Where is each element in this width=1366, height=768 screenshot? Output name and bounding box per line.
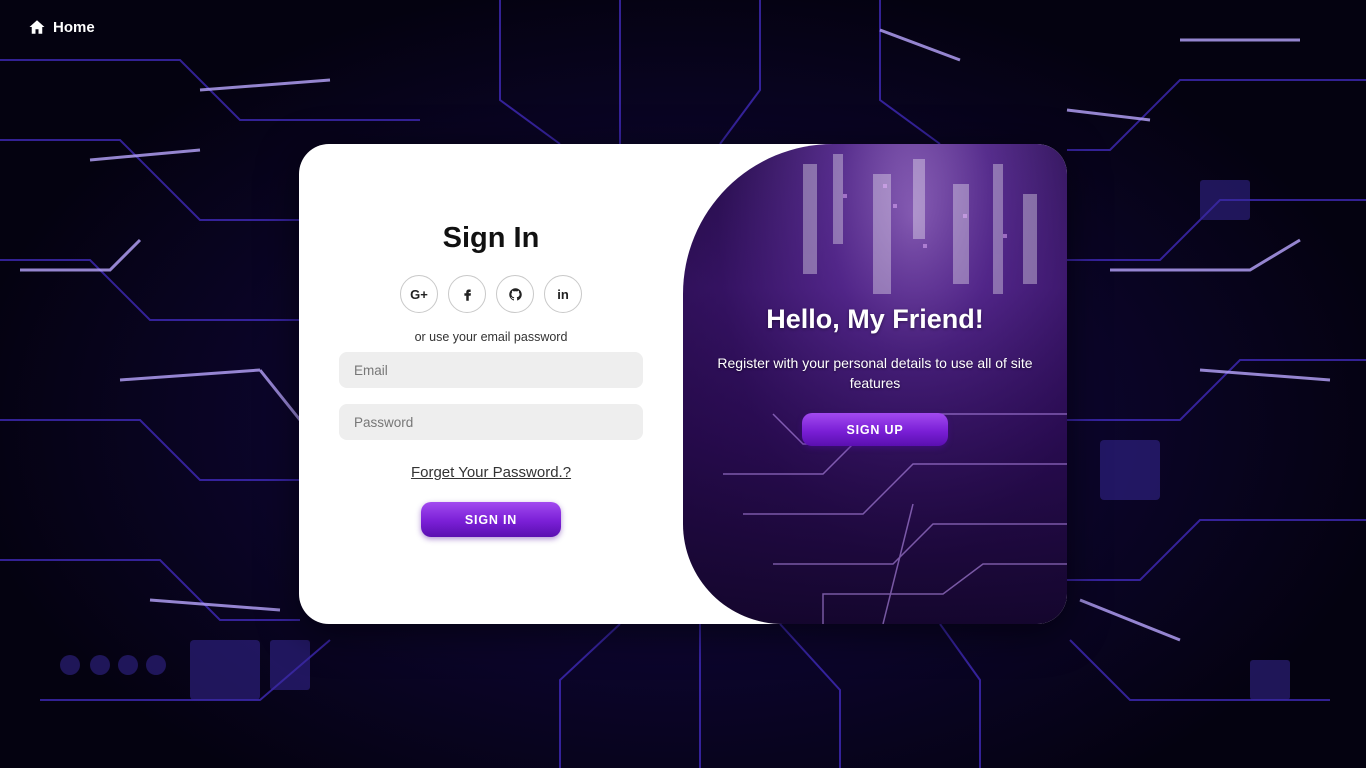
sign-up-panel: Hello, My Friend! Register with your per… (683, 144, 1067, 624)
linkedin-button[interactable]: in (544, 275, 582, 313)
facebook-icon (463, 289, 471, 301)
alternative-login-hint: or use your email password (414, 330, 568, 344)
sign-up-content: Hello, My Friend! Register with your per… (683, 144, 1067, 624)
welcome-title: Hello, My Friend! (766, 304, 984, 334)
home-link[interactable]: Home (28, 18, 95, 36)
github-button[interactable] (496, 275, 534, 313)
social-login-buttons: G+ in (400, 275, 582, 313)
google-plus-icon: G+ (410, 286, 428, 302)
sign-in-form: Sign In G+ in or use your email password (299, 144, 683, 624)
google-plus-button[interactable]: G+ (400, 275, 438, 313)
home-icon (29, 20, 45, 34)
linkedin-icon: in (557, 286, 569, 302)
welcome-text: Register with your personal details to u… (717, 355, 1033, 391)
github-icon (508, 287, 522, 300)
sign-in-button[interactable]: SIGN IN (421, 502, 561, 537)
home-label: Home (53, 18, 95, 36)
facebook-button[interactable] (448, 275, 486, 313)
sign-in-title: Sign In (442, 222, 540, 254)
email-field[interactable] (339, 352, 643, 388)
password-field[interactable] (339, 404, 643, 440)
sign-up-button[interactable]: SIGN UP (802, 413, 948, 446)
forgot-password-link[interactable]: Forget Your Password.? (411, 464, 571, 481)
auth-card: Sign In G+ in or use your email password (299, 144, 1067, 624)
